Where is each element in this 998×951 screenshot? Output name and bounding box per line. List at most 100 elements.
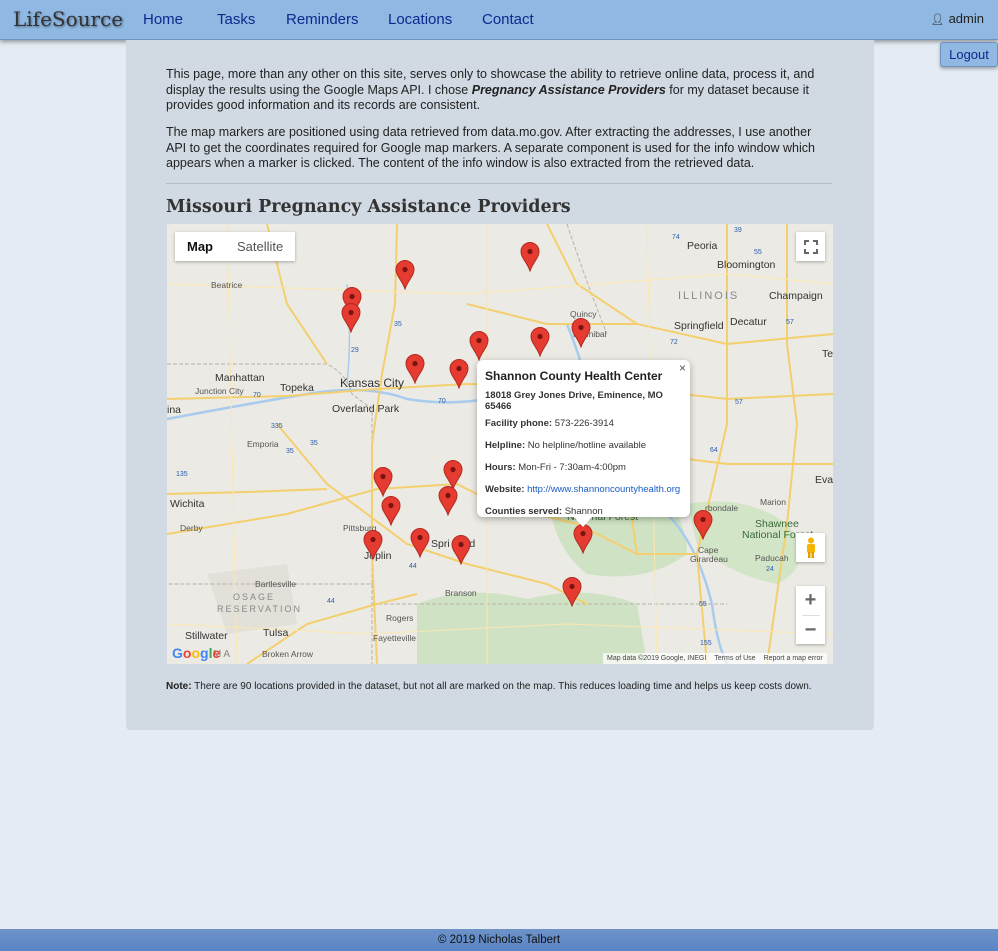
map-marker[interactable] — [438, 486, 458, 516]
terms-link[interactable]: Terms of Use — [714, 653, 755, 664]
hwy-44b: 44 — [327, 598, 335, 605]
method-paragraph: The map markers are positioned using dat… — [166, 125, 815, 170]
hwy-35b: 35 — [310, 440, 318, 447]
page-title: Missouri Pregnancy Assistance Providers — [166, 197, 571, 217]
info-window: × Shannon County Health Center 18018 Gre… — [477, 360, 690, 527]
map-marker[interactable] — [363, 530, 383, 560]
counties-label: Counties served: — [485, 506, 563, 517]
label-overland-park: Overland Park — [332, 403, 400, 415]
label-kansas-city: Kansas City — [340, 376, 405, 390]
note-text: There are 90 locations provided in the d… — [191, 681, 812, 692]
map-type-control: Map Satellite — [175, 232, 296, 261]
label-stillwater: Stillwater — [185, 630, 228, 642]
label-bartlesville: Bartlesville — [255, 579, 297, 589]
logout-button[interactable]: Logout — [940, 42, 998, 67]
nav-reminders[interactable]: Reminders — [286, 11, 359, 28]
zoom-control: + − — [796, 586, 825, 644]
map-data-credit: Map data ©2019 Google, INEGI — [607, 655, 707, 662]
note-label: Note: — [166, 681, 192, 692]
nav-locations[interactable]: Locations — [388, 11, 452, 28]
hwy-55: 55 — [754, 249, 762, 256]
map-marker[interactable] — [395, 260, 415, 290]
google-map[interactable]: Peoria Bloomington ILLINOIS Champaign Sp… — [167, 224, 833, 664]
hwy-155: 155 — [700, 640, 712, 647]
hwy-35c: 35 — [286, 448, 294, 455]
map-marker[interactable] — [341, 303, 361, 333]
label-osage: OSAGE — [233, 592, 276, 602]
map-marker[interactable] — [573, 524, 593, 554]
label-peoria: Peoria — [687, 240, 718, 252]
nav-tasks[interactable]: Tasks — [217, 11, 255, 28]
label-wichita: Wichita — [170, 498, 205, 510]
label-tulsa: Tulsa — [263, 627, 289, 639]
map-type-map-button[interactable]: Map — [175, 232, 225, 261]
fullscreen-icon — [803, 239, 818, 254]
map-marker[interactable] — [410, 528, 430, 558]
hwy-24: 24 — [766, 566, 774, 573]
label-springfield-mo: Spri — [431, 538, 450, 550]
street-view-button[interactable] — [796, 533, 825, 562]
info-window-helpline: Helpline: No helpline/hotline available — [485, 440, 682, 451]
info-window-close-button[interactable]: × — [679, 361, 686, 375]
info-window-counties: Counties served: Shannon — [485, 506, 682, 517]
map-marker[interactable] — [693, 510, 713, 540]
map-marker[interactable] — [530, 327, 550, 357]
map-marker[interactable] — [520, 242, 540, 272]
nav-contact[interactable]: Contact — [482, 11, 534, 28]
brand-logo[interactable]: LifeSource — [13, 7, 123, 31]
hwy-57b: 57 — [735, 399, 743, 406]
label-evansville: Evar — [815, 474, 833, 486]
navbar: LifeSource Home Tasks Reminders Location… — [0, 0, 998, 40]
hwy-74: 74 — [672, 234, 680, 241]
label-decatur: Decatur — [730, 316, 767, 328]
hwy-72: 72 — [670, 339, 678, 346]
map-marker[interactable] — [381, 496, 401, 526]
label-junction-city: Junction City — [195, 386, 244, 396]
label-paducah: Paducah — [755, 553, 789, 563]
label-reservation: RESERVATION — [217, 604, 303, 614]
label-rogers: Rogers — [386, 613, 414, 623]
map-marker[interactable] — [451, 535, 471, 565]
label-bloomington: Bloomington — [717, 259, 776, 271]
map-marker[interactable] — [405, 354, 425, 384]
map-marker[interactable] — [562, 577, 582, 607]
phone-label: Facility phone: — [485, 418, 553, 429]
helpline-value: No helpline/hotline available — [527, 440, 647, 451]
map-marker[interactable] — [469, 331, 489, 361]
label-marion: Marion — [760, 497, 786, 507]
map-type-satellite-button[interactable]: Satellite — [225, 232, 295, 261]
hwy-64: 64 — [710, 447, 718, 454]
label-illinois: ILLINOIS — [678, 290, 740, 302]
map-marker[interactable] — [449, 359, 469, 389]
map-marker[interactable] — [373, 467, 393, 497]
website-label: Website: — [485, 484, 525, 495]
label-fayetteville: Fayetteville — [373, 633, 416, 643]
website-link[interactable]: http://www.shannoncountyhealth.org — [527, 484, 680, 495]
map-marker[interactable] — [571, 318, 591, 348]
info-window-hours: Hours: Mon-Fri - 7:30am-4:00pm — [485, 462, 682, 473]
nav-home[interactable]: Home — [143, 11, 183, 28]
hwy-35a: 35 — [394, 321, 402, 328]
zoom-in-button[interactable]: + — [805, 586, 817, 615]
map-attribution: Map data ©2019 Google, INEGI Terms of Us… — [603, 653, 827, 664]
info-window-address: 18018 Grey Jones Drive, Eminence, MO 654… — [485, 390, 663, 412]
label-springfield-il: Springfield — [674, 320, 724, 332]
hwy-29: 29 — [351, 347, 359, 354]
note: Note: There are 90 locations provided in… — [166, 681, 812, 692]
label-ina: ina — [167, 404, 182, 416]
google-logo[interactable]: Google — [172, 645, 220, 661]
user-icon: 👤︎ — [930, 14, 945, 26]
hwy-135: 135 — [176, 471, 188, 478]
divider — [166, 183, 832, 184]
user-menu[interactable]: 👤︎ admin — [931, 11, 984, 26]
info-window-website: Website: http://www.shannoncountyhealth.… — [485, 484, 682, 495]
fullscreen-button[interactable] — [796, 232, 825, 261]
zoom-out-button[interactable]: − — [805, 616, 817, 644]
username: admin — [948, 11, 984, 26]
info-window-phone: Facility phone: 573-226-3914 — [485, 418, 682, 429]
label-champaign: Champaign — [769, 290, 823, 302]
report-error-link[interactable]: Report a map error — [764, 653, 823, 664]
label-emporia: Emporia — [247, 439, 279, 449]
hwy-44a: 44 — [409, 563, 417, 570]
hours-label: Hours: — [485, 462, 516, 473]
